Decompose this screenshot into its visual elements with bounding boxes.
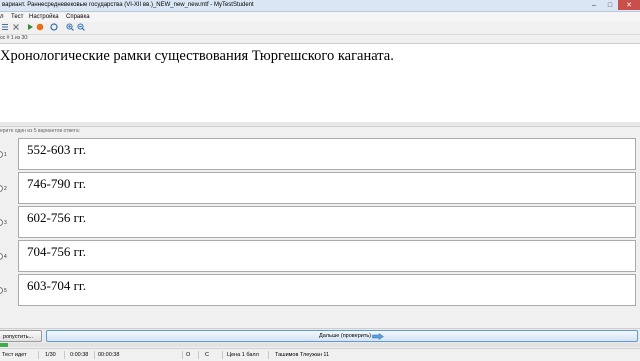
question-panel: Хронологические рамки существования Тюрг… (0, 43, 640, 123)
refresh-icon[interactable] (50, 23, 58, 31)
radio-button[interactable] (0, 185, 3, 192)
answer-text: 602-756 гг. (27, 210, 87, 225)
status-bar: Тест идет 1/30 0:00:38 00:00:38 O C Цена… (0, 348, 640, 361)
maximize-button[interactable]: □ (602, 0, 618, 10)
answer-box[interactable]: 603-704 гг. (18, 274, 636, 306)
radio-button[interactable] (0, 287, 3, 294)
next-button-label: Дальше (проверить) (319, 333, 372, 339)
answer-option-3[interactable]: 3 602-756 гг. (0, 205, 640, 239)
answer-hint: ерите один из 5 вариантов ответа: (0, 128, 81, 134)
progress-fill (0, 343, 8, 347)
minimize-button[interactable]: – (586, 0, 602, 10)
next-button[interactable]: Дальше (проверить) (46, 330, 638, 342)
title-bar: вариант. Раннесредневековые государства … (0, 0, 640, 12)
question-counter: ос # 1 из 30: (0, 35, 29, 41)
radio-button[interactable] (0, 151, 3, 158)
close-button[interactable]: ✕ (618, 0, 640, 10)
status-state: Тест идет (2, 352, 27, 358)
answer-number: 2 (4, 186, 7, 192)
menu-bar: л Тест Настройка Справка (0, 12, 640, 22)
answer-text: 603-704 гг. (27, 278, 87, 293)
status-position: 1/30 (45, 352, 56, 358)
answer-option-1[interactable]: 1 552-603 гг. (0, 137, 640, 171)
question-text: Хронологические рамки существования Тюрг… (0, 48, 394, 64)
menu-item-file[interactable]: л (0, 12, 4, 22)
answer-number: 3 (4, 220, 7, 226)
status-student: Ташимов Тлеужан 11 (275, 352, 330, 358)
answer-box[interactable]: 704-756 гг. (18, 240, 636, 272)
status-c: C (205, 352, 209, 358)
answers-list: 1 552-603 гг. 2 746-790 гг. 3 602-756 гг… (0, 137, 640, 309)
radio-button[interactable] (0, 219, 3, 226)
answer-text: 552-603 гг. (27, 142, 87, 157)
answer-box[interactable]: 746-790 гг. (18, 172, 636, 204)
zoom-in-icon[interactable] (66, 23, 74, 31)
window-controls: – □ ✕ (586, 0, 640, 11)
window-title: вариант. Раннесредневековые государства … (2, 2, 254, 8)
status-elapsed-total: 00:00:38 (98, 352, 120, 358)
menu-item-help[interactable]: Справка (66, 12, 90, 22)
radio-button[interactable] (0, 253, 3, 260)
menu-item-settings[interactable]: Настройка (29, 12, 59, 22)
status-o: O (186, 352, 191, 358)
bottom-bar: ропустить... Дальше (проверить) (0, 328, 640, 343)
zoom-out-icon[interactable] (77, 23, 85, 31)
arrow-right-icon (372, 333, 384, 340)
answer-text: 746-790 гг. (27, 176, 87, 191)
answer-option-5[interactable]: 5 603-704 гг. (0, 273, 640, 307)
stop-icon[interactable] (36, 23, 44, 31)
answer-number: 4 (4, 254, 7, 260)
status-score: Цена 1 балл (227, 352, 259, 358)
play-icon[interactable] (26, 23, 34, 31)
answer-text: 704-756 гг. (27, 244, 87, 259)
skip-button[interactable]: ропустить... (0, 330, 42, 342)
answer-number: 1 (4, 152, 7, 158)
progress-bar (0, 343, 640, 347)
answer-box[interactable]: 552-603 гг. (18, 138, 636, 170)
answer-option-4[interactable]: 4 704-756 гг. (0, 239, 640, 273)
status-elapsed: 0:00:38 (70, 352, 89, 358)
answer-box[interactable]: 602-756 гг. (18, 206, 636, 238)
menu-item-test[interactable]: Тест (11, 12, 23, 22)
answer-number: 5 (4, 288, 7, 294)
list-icon[interactable] (1, 23, 9, 31)
answer-option-2[interactable]: 2 746-790 гг. (0, 171, 640, 205)
close-icon[interactable] (12, 23, 20, 31)
